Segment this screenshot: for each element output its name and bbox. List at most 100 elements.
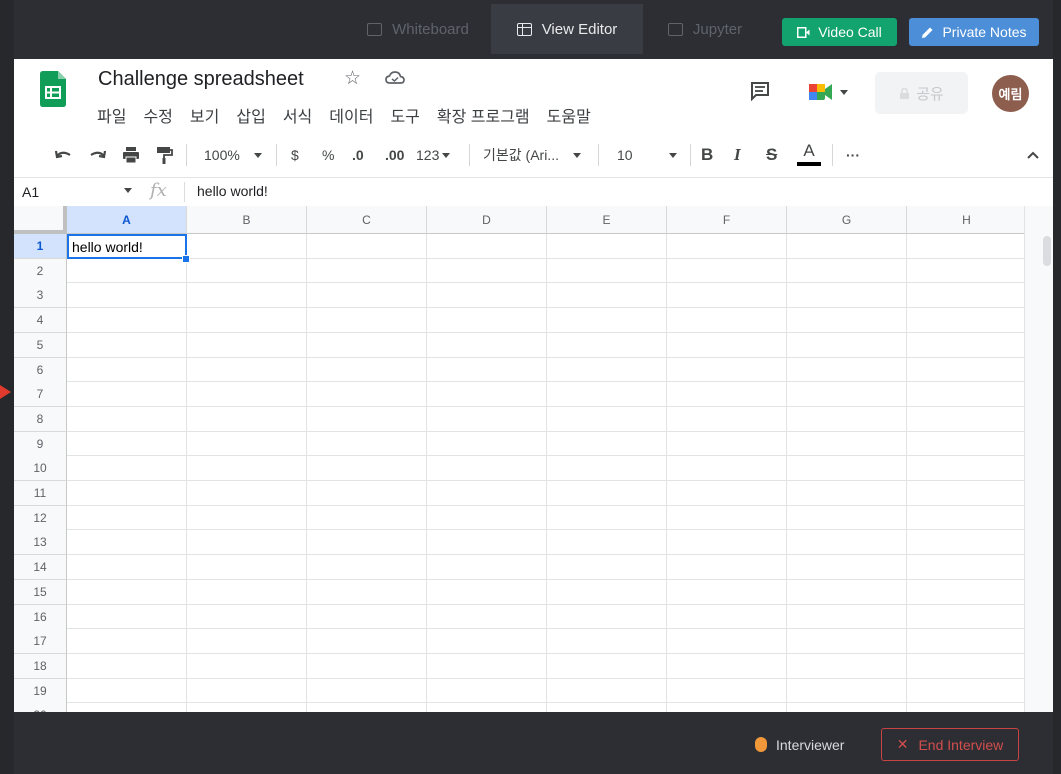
currency-format-button[interactable]: $ [291,144,299,166]
text-color-button[interactable]: A [797,142,821,170]
row-header-2[interactable]: 2 [14,258,67,284]
italic-button[interactable]: I [734,144,741,166]
spreadsheet-grid[interactable]: ABCDEFGH 1234567891011121314151617181920… [14,206,1053,712]
end-interview-button[interactable]: ✕ End Interview [881,728,1019,761]
toolbar-divider [690,144,691,166]
select-all-corner[interactable] [14,206,67,234]
share-button[interactable]: 공유 [875,72,968,114]
row-header-7[interactable]: 7 [14,382,67,408]
row-header-19[interactable]: 19 [14,678,67,704]
scrollbar-thumb[interactable] [1043,236,1051,266]
redo-icon[interactable] [87,144,107,166]
menu-help[interactable]: 도움말 [547,103,591,127]
name-box[interactable]: A1 [22,184,39,200]
column-header-e[interactable]: E [547,206,667,234]
column-gridline [186,234,187,712]
menu-format[interactable]: 서식 [283,103,312,127]
row-header-18[interactable]: 18 [14,653,67,679]
google-sheets-logo-icon[interactable] [40,71,66,107]
row-header-13[interactable]: 13 [14,530,67,556]
column-gridline [666,234,667,712]
notebook-icon [667,22,683,36]
chevron-down-icon[interactable] [124,188,132,193]
row-header-4[interactable]: 4 [14,308,67,334]
row-header-1[interactable]: 1 [14,234,67,259]
more-formats-select[interactable]: 123 [416,144,451,166]
document-title[interactable]: Challenge spreadsheet [98,68,304,91]
column-header-f[interactable]: F [667,206,787,234]
strikethrough-button[interactable]: S [766,144,777,166]
tab-whiteboard[interactable]: Whiteboard [344,4,492,54]
cloud-saved-icon[interactable] [385,70,405,86]
private-notes-label: Private Notes [942,24,1027,40]
right-margin [1053,0,1061,774]
undo-icon[interactable] [54,144,74,166]
chevron-down-icon [840,89,848,95]
row-header-17[interactable]: 17 [14,629,67,655]
row-header-11[interactable]: 11 [14,481,67,506]
tab-jupyter[interactable]: Jupyter [650,4,760,54]
row-header-16[interactable]: 16 [14,604,67,630]
font-size-select[interactable]: 10 [617,144,677,166]
comment-history-icon[interactable] [750,81,770,101]
vertical-scrollbar[interactable] [1024,206,1053,712]
tab-jupyter-label: Jupyter [692,20,743,38]
menu-file[interactable]: 파일 [97,103,126,127]
column-header-b[interactable]: B [187,206,307,234]
google-meet-icon [809,84,832,100]
interviewer-status-dot [755,737,767,752]
menu-tools[interactable]: 도구 [390,103,419,127]
formatting-toolbar: 100% $ % .0 .00 123 기본값 (Ari... 10 B I S… [14,132,1053,178]
meet-button[interactable] [796,72,860,112]
column-header-d[interactable]: D [427,206,547,234]
row-header-9[interactable]: 9 [14,431,67,457]
print-icon[interactable] [121,144,141,166]
row-header-20[interactable]: 20 [14,703,67,712]
increase-decimal-button[interactable]: .00 [385,144,404,166]
menu-insert[interactable]: 삽입 [236,103,265,127]
row-header-15[interactable]: 15 [14,579,67,605]
row-header-12[interactable]: 12 [14,505,67,531]
active-cell-a1[interactable]: hello world! [67,234,187,259]
function-icon: fx [150,180,167,201]
row-header-10[interactable]: 10 [14,456,67,482]
font-family-value: 기본값 (Ari... [483,147,559,163]
menu-data[interactable]: 데이터 [329,103,373,127]
star-icon[interactable]: ☆ [344,67,361,90]
column-header-c[interactable]: C [307,206,427,234]
chevron-up-icon[interactable] [1025,144,1041,166]
menu-extensions[interactable]: 확장 프로그램 [437,103,530,127]
avatar[interactable]: 예림 [992,75,1029,112]
row-header-6[interactable]: 6 [14,357,67,383]
private-notes-button[interactable]: Private Notes [909,18,1039,46]
top-tab-bar: Whiteboard View Editor Jupyter Video Cal… [14,0,1053,59]
bold-button[interactable]: B [701,144,713,166]
decrease-decimal-button[interactable]: .0 [352,144,364,166]
menu-view[interactable]: 보기 [190,103,219,127]
menu-edit[interactable]: 수정 [143,103,172,127]
row-header-8[interactable]: 8 [14,406,67,432]
column-header-a[interactable]: A [67,206,187,234]
row-header-14[interactable]: 14 [14,555,67,581]
paint-format-icon[interactable] [155,144,173,166]
more-options-button[interactable]: ··· [846,144,860,166]
video-camera-icon [797,26,810,38]
text-color-label: A [803,141,815,160]
number-format-label: 123 [416,147,440,163]
column-gridline [546,234,547,712]
zoom-select[interactable]: 100% [204,144,262,166]
toolbar-divider [186,144,187,166]
formula-input[interactable]: hello world! [197,183,268,199]
column-header-g[interactable]: G [787,206,907,234]
toolbar-divider [276,144,277,166]
column-header-h[interactable]: H [907,206,1027,234]
video-call-button[interactable]: Video Call [782,18,897,46]
tab-view-editor[interactable]: View Editor [491,4,643,54]
row-header-3[interactable]: 3 [14,283,67,309]
menu-bar: 파일 수정 보기 삽입 서식 데이터 도구 확장 프로그램 도움말 [97,103,591,127]
column-gridline [906,234,907,712]
font-family-select[interactable]: 기본값 (Ari... [483,144,581,166]
percent-format-button[interactable]: % [322,144,334,166]
row-header-5[interactable]: 5 [14,332,67,358]
fill-handle[interactable] [182,255,190,263]
